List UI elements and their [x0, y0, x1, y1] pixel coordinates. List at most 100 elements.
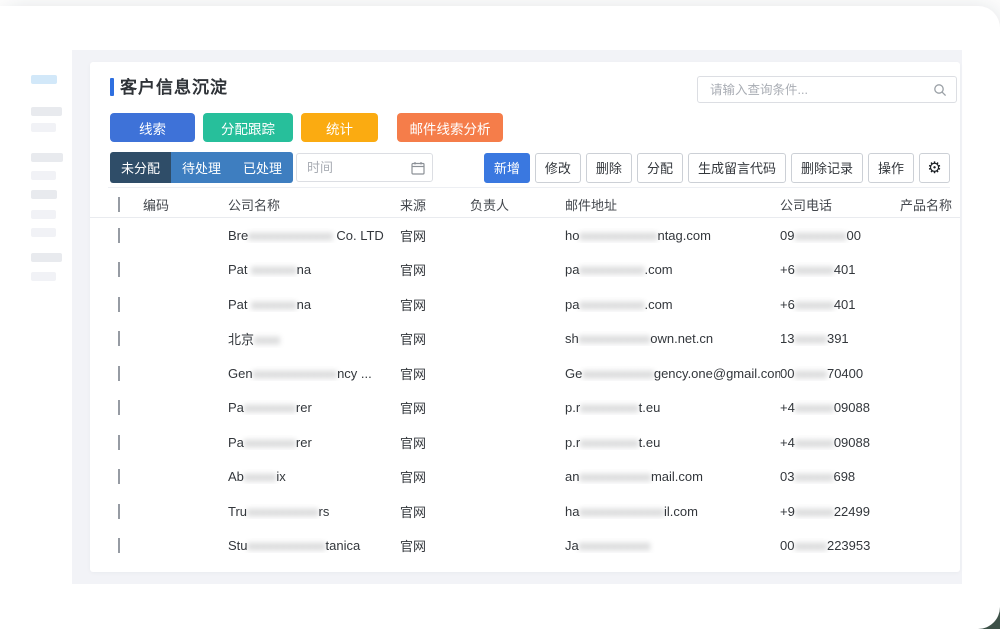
redacted-text: xxxxxxx	[251, 297, 297, 312]
company-cell: Stuxxxxxxxxxxxxtanica	[228, 538, 400, 553]
cell-text: +6	[780, 262, 795, 277]
redacted-text: xxxxxxxxxxx	[582, 366, 654, 381]
company-cell: Abxxxxxix	[228, 469, 400, 484]
cell-text: t.eu	[639, 400, 661, 415]
row-checkbox[interactable]	[118, 469, 120, 484]
cell-text: 22499	[834, 504, 870, 519]
company-cell: Genxxxxxxxxxxxxxncy ...	[228, 366, 400, 381]
source-cell: 官网	[400, 502, 470, 521]
redacted-text: xxxxxxxxxx	[579, 262, 644, 277]
company-cell: Paxxxxxxxxrer	[228, 400, 400, 415]
table-row[interactable]: Brexxxxxxxxxxxxx Co. LTD官网hoxxxxxxxxxxxx…	[90, 218, 960, 253]
nav-button-statistics[interactable]: 统计	[301, 113, 378, 142]
nav-button-assign-tracking[interactable]: 分配跟踪	[203, 113, 293, 142]
redacted-text: xxxxxx	[795, 400, 834, 415]
column-header: 负责人	[470, 195, 565, 214]
tab-processed[interactable]: 已处理	[232, 152, 293, 183]
table-row[interactable]: Abxxxxxix官网anxxxxxxxxxxxmail.com03xxxxxx…	[90, 460, 960, 495]
select-all-checkbox[interactable]	[118, 197, 120, 212]
row-checkbox[interactable]	[118, 400, 120, 415]
redacted-text: xxxxxxxx	[794, 228, 846, 243]
cell-text: na	[297, 262, 311, 277]
table-row[interactable]: Paxxxxxxxxrer官网 p.rxxxxxxxxxt.eu+4xxxxxx0…	[90, 391, 960, 426]
cell-text: Tru	[228, 504, 247, 519]
row-checkbox-cell	[118, 400, 143, 415]
table-row[interactable]: Genxxxxxxxxxxxxxncy ...官网Gexxxxxxxxxxxge…	[90, 356, 960, 391]
cell-text: gency.one@gmail.com	[654, 366, 780, 381]
delete-button[interactable]: 删除	[586, 153, 632, 183]
cell-text: Stu	[228, 538, 248, 553]
row-checkbox[interactable]	[118, 331, 120, 346]
redacted-text: xxxxxx	[795, 297, 834, 312]
cell-text: ho	[565, 228, 579, 243]
settings-gear-button[interactable]: ⚙	[919, 153, 950, 183]
redacted-text: xxxxxx	[795, 262, 834, 277]
sidebar-item-placeholder[interactable]	[31, 123, 56, 132]
column-header: 来源	[400, 195, 470, 214]
add-button[interactable]: 新增	[484, 153, 530, 183]
date-filter-input[interactable]	[296, 153, 433, 182]
sidebar-item-placeholder[interactable]	[31, 210, 56, 219]
search-box[interactable]	[697, 76, 957, 103]
table-row[interactable]: Pat xxxxxxxna官网paxxxxxxxxxx.com+6xxxxxx4…	[90, 253, 960, 288]
source-cell: 官网	[400, 226, 470, 245]
sidebar-item-placeholder[interactable]	[31, 153, 63, 162]
table-row[interactable]: Paxxxxxxxxrer官网p.rxxxxxxxxxt.eu+4xxxxxx0…	[90, 425, 960, 460]
row-checkbox[interactable]	[118, 366, 120, 381]
sidebar-item-placeholder[interactable]	[31, 171, 56, 180]
sidebar-item-active[interactable]	[31, 75, 57, 84]
sidebar-item-placeholder[interactable]	[31, 228, 56, 237]
company-cell: Pat xxxxxxxna	[228, 262, 400, 277]
email-cell: hoxxxxxxxxxxxxntag.com	[565, 228, 780, 243]
phone-cell: +6xxxxxx401	[780, 262, 900, 277]
operations-button[interactable]: 操作	[868, 153, 914, 183]
email-cell: p.rxxxxxxxxxt.eu	[565, 400, 780, 415]
assign-button[interactable]: 分配	[637, 153, 683, 183]
date-input[interactable]	[297, 160, 411, 175]
row-checkbox[interactable]	[118, 262, 120, 277]
sidebar-item-placeholder[interactable]	[31, 190, 57, 199]
edit-button[interactable]: 修改	[535, 153, 581, 183]
table-action-buttons: 新增修改删除分配生成留言代码删除记录操作⚙	[484, 153, 950, 183]
row-checkbox[interactable]	[118, 297, 120, 312]
nav-button-leads[interactable]: 线索	[110, 113, 195, 142]
row-checkbox-cell	[118, 228, 143, 243]
tab-pending[interactable]: 待处理	[171, 152, 232, 183]
search-input[interactable]	[698, 83, 933, 97]
cell-text: rs	[319, 504, 330, 519]
row-checkbox[interactable]	[118, 504, 120, 519]
tab-unassigned[interactable]: 未分配	[110, 152, 171, 183]
sidebar-item-placeholder[interactable]	[31, 107, 62, 116]
table-row[interactable]: Stuxxxxxxxxxxxxtanica官网Jaxxxxxxxxxxx00xx…	[90, 529, 960, 564]
sidebar-item-placeholder[interactable]	[31, 253, 62, 262]
table-row[interactable]: Truxxxxxxxxxxxrs官网haxxxxxxxxxxxxxil.com+…	[90, 494, 960, 529]
column-header: 产品名称	[900, 195, 960, 214]
source-cell: 官网	[400, 398, 470, 417]
redacted-text: xxxxxx	[795, 504, 834, 519]
phone-cell: 09xxxxxxxx00	[780, 228, 900, 243]
cell-text: own.net.cn	[650, 331, 713, 346]
redacted-text: xxxx	[254, 332, 280, 347]
row-checkbox[interactable]	[118, 435, 120, 450]
row-checkbox-cell	[118, 262, 143, 277]
table-row[interactable]: Pat xxxxxxxna官网paxxxxxxxxxx.com+6xxxxxx4…	[90, 287, 960, 322]
redacted-text: xxxxxxxxxxx	[579, 331, 651, 346]
delete-records-button[interactable]: 删除记录	[791, 153, 863, 183]
column-header: 邮件地址	[565, 195, 780, 214]
phone-cell: +4xxxxxx09088	[780, 400, 900, 415]
cell-text: sh	[565, 331, 579, 346]
nav-button-email-lead-analysis[interactable]: 邮件线索分析	[397, 113, 503, 142]
content-card: 客户信息沉淀 线索分配跟踪统计邮件线索分析 未分配待处理已处理	[90, 62, 960, 572]
source-cell: 官网	[400, 329, 470, 348]
sidebar-item-placeholder[interactable]	[31, 272, 56, 281]
cell-text: pa	[565, 297, 579, 312]
row-checkbox[interactable]	[118, 538, 120, 553]
source-cell: 官网	[400, 260, 470, 279]
cell-text: 223953	[827, 538, 870, 553]
generate-message-code-button[interactable]: 生成留言代码	[688, 153, 786, 183]
cell-text: tanica	[326, 538, 361, 553]
table-row[interactable]: 北京xxxx官网shxxxxxxxxxxxown.net.cn13xxxxx39…	[90, 322, 960, 357]
phone-cell: 00xxxxx223953	[780, 538, 900, 553]
row-checkbox[interactable]	[118, 228, 120, 243]
company-cell: 北京xxxx	[228, 329, 400, 348]
